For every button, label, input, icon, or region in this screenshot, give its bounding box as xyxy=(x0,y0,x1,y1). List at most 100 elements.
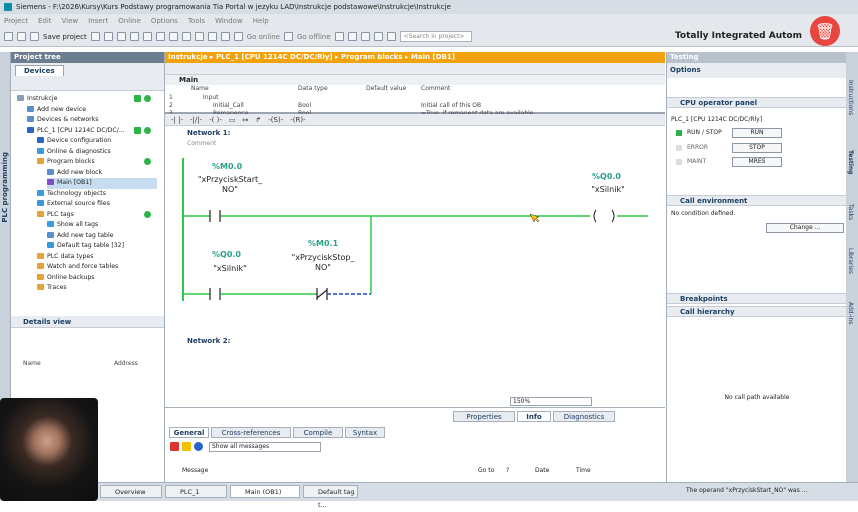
compile-icon[interactable] xyxy=(181,32,191,41)
copy-icon[interactable] xyxy=(116,32,126,41)
tree-item[interactable]: Device configuration xyxy=(37,136,157,147)
coil-name[interactable]: "xSilnik" xyxy=(583,185,633,194)
menu-help[interactable]: Help xyxy=(253,17,269,25)
default-tag-table-task[interactable]: Default tag t... xyxy=(303,485,358,509)
plc1-task[interactable]: PLC_1 xyxy=(165,485,227,498)
tree-item[interactable]: Show all tags xyxy=(47,220,157,231)
cross-references-tab[interactable]: Cross-references xyxy=(211,427,291,438)
contact-start-name[interactable]: "xPrzyciskStart_ xyxy=(195,175,265,184)
menu-window[interactable]: Window xyxy=(215,17,243,25)
tree-item[interactable]: PLC data types xyxy=(37,252,157,263)
box-icon[interactable]: ▭ xyxy=(229,116,236,124)
go-offline-button[interactable]: Go offline xyxy=(297,33,331,41)
cross-reference-icon[interactable] xyxy=(347,32,357,41)
stop-button[interactable]: STOP xyxy=(732,143,782,153)
instructions-tab[interactable]: Instructions xyxy=(847,80,854,115)
simulation-icon[interactable] xyxy=(220,32,230,41)
overview-task[interactable]: Overview xyxy=(100,485,162,498)
tree-item[interactable]: PLC tags xyxy=(37,210,157,221)
go-online-button[interactable]: Go online xyxy=(247,33,280,41)
search-input[interactable]: <Search in project> xyxy=(399,31,472,42)
open-project-icon[interactable] xyxy=(17,32,26,41)
devices-tab[interactable]: Devices xyxy=(15,65,64,76)
tree-item[interactable]: Online & diagnostics xyxy=(37,147,157,158)
call-environment-header[interactable]: Call environment xyxy=(667,195,847,206)
compile-tab[interactable]: Compile xyxy=(293,427,343,438)
contact-stop-name-2[interactable]: NO" xyxy=(283,263,363,272)
row-name[interactable]: Input xyxy=(203,94,219,101)
menu-project[interactable]: Project xyxy=(4,17,28,25)
no-contact-icon[interactable]: -| |- xyxy=(171,116,183,124)
testing-tab[interactable]: Testing xyxy=(847,150,854,174)
tree-item[interactable]: Online backups xyxy=(37,273,157,284)
split-h-icon[interactable] xyxy=(360,32,370,41)
network-2-title[interactable]: Network 2: xyxy=(187,337,230,345)
add-ins-tab[interactable]: Add-ins xyxy=(847,302,854,324)
tree-item[interactable]: Main [OB1] xyxy=(47,178,157,189)
tree-item[interactable]: Add new tag table xyxy=(47,231,157,242)
menu-view[interactable]: View xyxy=(62,17,79,25)
contact-stop-name[interactable]: "xPrzyciskStop_ xyxy=(283,253,363,262)
tree-item[interactable]: External source files xyxy=(37,199,157,210)
tree-item[interactable]: Devices & networks xyxy=(27,115,157,126)
breakpoints-header[interactable]: Breakpoints xyxy=(667,293,847,304)
zoom-select[interactable]: 150% xyxy=(510,397,592,406)
details-view-title[interactable]: Details view xyxy=(11,316,164,328)
paste-icon[interactable] xyxy=(129,32,139,41)
go-online-icon[interactable] xyxy=(233,32,243,41)
tree-item[interactable]: Add new block xyxy=(47,168,157,179)
row-name[interactable]: Initial_Call xyxy=(213,102,244,109)
undo-icon[interactable] xyxy=(155,32,165,41)
save-icon[interactable] xyxy=(30,32,39,41)
message-filter-select[interactable]: Show all messages xyxy=(209,442,321,452)
reset-coil-icon[interactable]: -(R)- xyxy=(290,116,305,124)
change-button[interactable]: Change ... xyxy=(766,223,844,233)
redo-icon[interactable] xyxy=(168,32,178,41)
error-filter-icon[interactable] xyxy=(170,442,179,451)
main-ob1-task[interactable]: Main (OB1) xyxy=(230,485,300,498)
tree-item[interactable]: Traces xyxy=(37,283,157,294)
properties-tab[interactable]: Properties xyxy=(453,411,515,422)
new-project-icon[interactable] xyxy=(4,32,13,41)
menu-edit[interactable]: Edit xyxy=(38,17,52,25)
call-hierarchy-header[interactable]: Call hierarchy xyxy=(667,306,847,317)
tree-item[interactable]: Default tag table [32] xyxy=(47,241,157,252)
set-coil-icon[interactable]: -(S)- xyxy=(268,116,283,124)
general-tab[interactable]: General xyxy=(169,427,209,438)
upload-icon[interactable] xyxy=(207,32,217,41)
trash-icon[interactable]: 🗑 xyxy=(810,16,840,46)
go-offline-icon[interactable] xyxy=(284,32,293,41)
menu-tools[interactable]: Tools xyxy=(188,17,205,25)
menu-insert[interactable]: Insert xyxy=(88,17,108,25)
status-message[interactable]: The operand "xPrzyciskStart_NO" was ... xyxy=(686,487,807,494)
split-v-icon[interactable] xyxy=(373,32,383,41)
contact-silnik-name[interactable]: "xSilnik" xyxy=(205,264,255,273)
open-branch-icon[interactable]: ↦ xyxy=(243,116,249,124)
menu-online[interactable]: Online xyxy=(118,17,141,25)
nc-contact-icon[interactable]: -|/|- xyxy=(190,116,202,124)
menu-options[interactable]: Options xyxy=(151,17,178,25)
cut-icon[interactable] xyxy=(103,32,113,41)
tree-item[interactable]: Technology objects xyxy=(37,189,157,200)
mres-button[interactable]: MRES xyxy=(732,157,782,167)
close-branch-icon[interactable]: ↱ xyxy=(255,116,261,124)
row-name[interactable]: Remanence xyxy=(213,110,248,114)
diagnostics-tab[interactable]: Diagnostics xyxy=(553,411,615,422)
coil-icon[interactable]: -( )- xyxy=(209,116,222,124)
tree-item[interactable]: Watch and force tables xyxy=(37,262,157,273)
tasks-tab[interactable]: Tasks xyxy=(847,204,854,220)
info-filter-icon[interactable] xyxy=(194,442,203,451)
cpu-operator-panel-header[interactable]: CPU operator panel xyxy=(667,97,847,108)
accessible-devices-icon[interactable] xyxy=(334,32,344,41)
warning-filter-icon[interactable] xyxy=(182,442,191,451)
plc-programming-tab[interactable]: PLC programming xyxy=(1,152,9,223)
tree-item[interactable]: Add new device xyxy=(27,105,157,116)
maximize-icon[interactable] xyxy=(386,32,396,41)
download-icon[interactable] xyxy=(194,32,204,41)
delete-icon[interactable] xyxy=(142,32,152,41)
save-project-button[interactable]: Save project xyxy=(43,33,87,41)
print-icon[interactable] xyxy=(90,32,100,41)
run-button[interactable]: RUN xyxy=(732,128,782,138)
info-tab[interactable]: Info xyxy=(517,411,551,422)
syntax-tab[interactable]: Syntax xyxy=(345,427,385,438)
